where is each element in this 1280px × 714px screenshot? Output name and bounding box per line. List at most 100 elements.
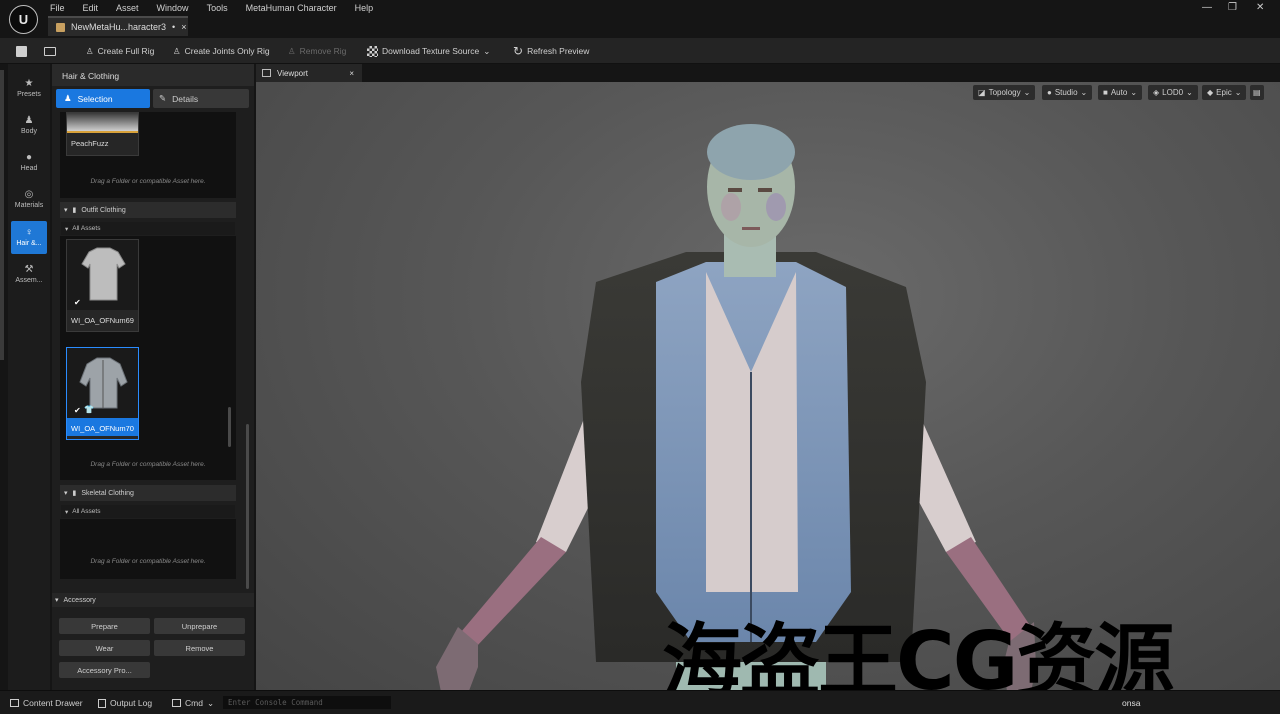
details-tab-label: Details [172,93,199,104]
viewport-options-button[interactable]: ▤ [1250,85,1264,100]
all-assets-label: All Assets [72,508,101,515]
remove-rig-button[interactable]: ♙ Remove Rig [288,43,346,59]
chevron-down-icon: ⌄ [483,45,491,56]
diamond-icon: ◆ [1207,88,1214,97]
outfit-clothing-header[interactable]: ▾ ▮ Outfit Clothing [60,202,236,218]
nav-assembly[interactable]: ⚒ Assem... [11,258,47,291]
wear-button[interactable]: Wear [59,640,150,656]
menu-edit[interactable]: Edit [83,2,99,14]
prepare-button[interactable]: Prepare [59,618,150,634]
auto-label: Auto [1110,88,1128,97]
camera-dropdown[interactable]: ■ Auto ⌄ [1098,85,1143,100]
refresh-preview-button[interactable]: ↻ Refresh Preview [513,43,589,59]
check-icon: ✔ [74,406,81,415]
panel-title: Hair & Clothing [52,64,254,86]
close-tab-icon[interactable]: × [181,22,186,32]
drop-hint: Drag a Folder or compatible Asset here. [90,461,206,468]
metahuman-asset-icon [56,22,65,32]
skeletal-clothing-header[interactable]: ▾ ▮ Skeletal Clothing [60,485,236,501]
log-icon [98,698,106,708]
accessory-properties-button[interactable]: Accessory Pro... [59,662,150,678]
modified-indicator: • [172,22,176,32]
skeletal-assets-grid [60,519,236,579]
all-assets-header[interactable]: ▾ All Assets [61,222,235,235]
menu-asset[interactable]: Asset [116,2,139,14]
outfit-clothing-label: Outfit Clothing [81,206,126,214]
close-window-icon[interactable]: ✕ [1256,2,1264,13]
nav-body[interactable]: ♟ Body [11,109,47,142]
asset-tile-ofnum69[interactable]: ✔ WI_OA_OFNum69 [66,239,139,332]
close-viewport-icon[interactable]: × [349,69,354,78]
outfit-scrollbar[interactable] [228,407,231,447]
nav-hair-clothing-label: Hair &... [16,240,42,247]
refresh-icon: ↻ [513,44,524,58]
head-icon: ● [25,152,33,163]
remove-button[interactable]: Remove [154,640,245,656]
unprepare-button[interactable]: Unprepare [154,618,245,634]
panel-scrollbar[interactable] [246,424,249,589]
menu-metahuman-character[interactable]: MetaHuman Character [246,2,337,14]
quality-dropdown[interactable]: ◆ Epic ⌄ [1202,85,1247,100]
caret-down-icon: ▾ [55,597,59,604]
document-tab[interactable]: NewMetaHu...haracter3 • × [48,16,188,36]
left-scrollbar[interactable] [0,70,4,360]
shirt-icon: ▮ [72,490,77,497]
maximize-icon[interactable]: ❐ [1228,2,1237,13]
create-joints-only-rig-label: Create Joints Only Rig [184,46,270,56]
hair-icon: ♀ [25,227,33,238]
check-icon: ✔ [74,298,81,307]
download-texture-source-button[interactable]: Download Texture Source ⌄ [367,43,490,59]
menu-window[interactable]: Window [157,2,189,14]
asset-tile-ofnum70[interactable]: ✔ 👕 WI_OA_OFNum70 [66,347,139,440]
lighting-dropdown[interactable]: ● Studio ⌄ [1042,85,1093,100]
nav-presets[interactable]: ★ Presets [11,72,47,105]
chevron-down-icon: ⌄ [1130,88,1138,97]
create-full-rig-button[interactable]: ♙ Create Full Rig [86,43,154,59]
save-button[interactable] [16,43,27,59]
nav-hair-clothing[interactable]: ♀ Hair &... [11,221,47,254]
chevron-down-icon: ⌄ [1023,88,1031,97]
selection-tab[interactable]: ♟ Selection [56,89,150,108]
chevron-down-icon: ⌄ [1186,88,1193,97]
nav-head[interactable]: ● Head [11,146,47,179]
save-icon [16,45,27,57]
pencil-icon: ✎ [159,93,167,103]
topology-dropdown[interactable]: ◪ Topology ⌄ [973,85,1036,100]
category-sidebar: ★ Presets ♟ Body ● Head ◎ Materials ♀ Ha… [8,64,50,690]
hammer-icon: ⚒ [24,264,34,275]
joints-rig-icon: ♙ [173,45,181,56]
details-tab[interactable]: ✎ Details [153,89,249,108]
peachfuzz-thumbnail [67,113,138,133]
console-command-input[interactable]: Enter Console Command [223,696,391,709]
lod-dropdown[interactable]: ◈ LOD0 ⌄ [1148,85,1198,100]
epic-label: Epic [1216,88,1232,97]
nav-materials[interactable]: ◎ Materials [11,183,47,216]
all-assets-label: All Assets [72,225,101,232]
nav-materials-label: Materials [14,202,44,209]
menu-help[interactable]: Help [355,2,374,14]
folder-icon [44,46,56,56]
materials-icon: ◎ [24,189,34,200]
menu-tools[interactable]: Tools [207,2,228,14]
create-joints-only-rig-button[interactable]: ♙ Create Joints Only Rig [173,43,270,59]
content-drawer-button[interactable]: Content Drawer [10,697,83,709]
accessory-header[interactable]: ▾ Accessory [52,593,254,607]
browse-button[interactable] [44,43,56,59]
peachfuzz-tile[interactable]: PeachFuzz [66,112,139,156]
body-icon: ♟ [24,115,34,126]
output-log-button[interactable]: Output Log [98,697,152,709]
camera-icon: ■ [1103,88,1108,97]
all-assets-header[interactable]: ▾ All Assets [61,505,235,518]
unreal-logo-icon[interactable]: U [9,5,38,34]
star-icon: ★ [24,78,34,89]
grid-icon: ▤ [1253,88,1261,97]
viewport-tab[interactable]: Viewport × [256,64,362,82]
output-log-label: Output Log [110,698,153,708]
minimize-icon[interactable]: — [1202,2,1212,13]
cmd-dropdown[interactable]: Cmd ⌄ [172,697,214,709]
console-variables-label: onsa [1122,698,1141,708]
menu-file[interactable]: File [50,2,65,14]
document-tab-title: NewMetaHu...haracter3 [71,22,167,32]
viewport[interactable]: ◪ Topology ⌄ ● Studio ⌄ ■ Auto ⌄ ◈ LOD0 … [256,82,1280,692]
shirt-badge-icon: 👕 [84,405,94,414]
